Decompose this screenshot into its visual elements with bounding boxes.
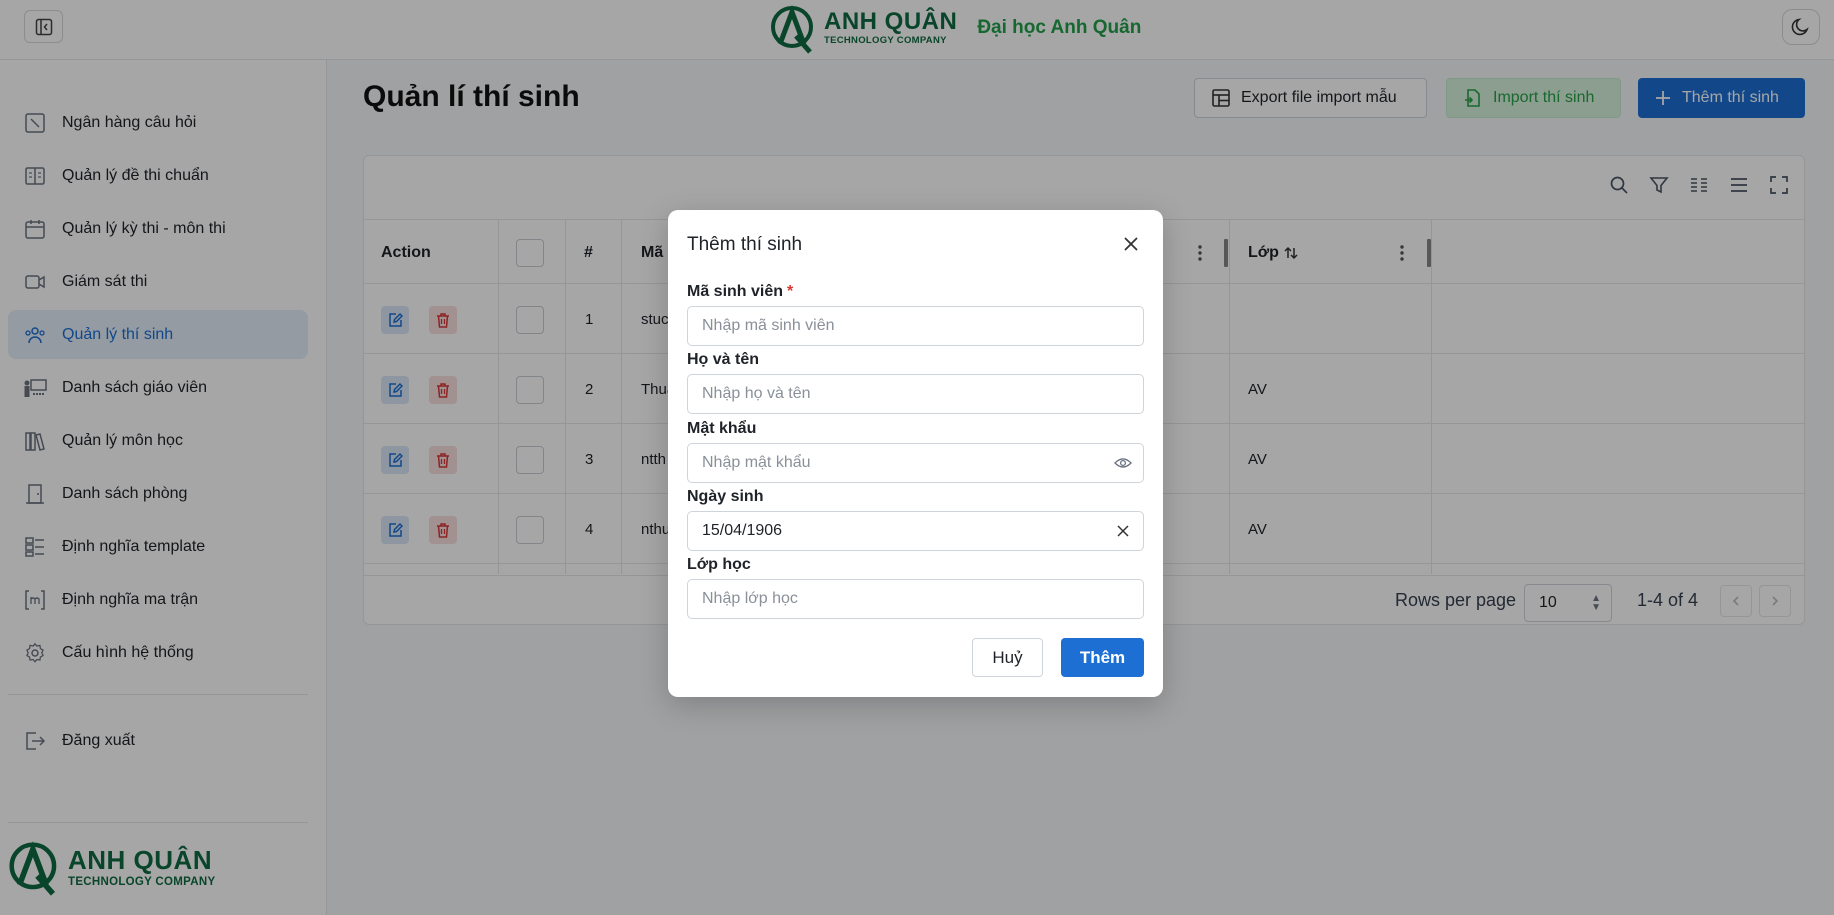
student-code-label: Mã sinh viên * [687, 283, 793, 301]
dob-label: Ngày sinh [687, 488, 764, 505]
fullname-label: Họ và tên [687, 351, 760, 368]
cancel-button[interactable]: Huỷ [972, 638, 1043, 677]
required-marker: * [787, 283, 794, 300]
student-code-input[interactable] [687, 306, 1144, 346]
close-button[interactable] [1119, 232, 1143, 256]
clear-icon[interactable] [1113, 521, 1133, 541]
eye-icon[interactable] [1113, 453, 1133, 473]
fullname-input[interactable] [687, 374, 1144, 414]
class-label: Lớp học [687, 556, 751, 573]
password-label: Mật khẩu [687, 420, 757, 437]
student-code-label-text: Mã sinh viên [687, 283, 784, 300]
password-input[interactable] [687, 443, 1144, 483]
close-icon [1124, 237, 1138, 251]
dob-input[interactable] [687, 511, 1144, 551]
add-candidate-dialog: Thêm thí sinh Mã sinh viên* Họ và tên Mậ… [668, 210, 1163, 697]
class-input[interactable] [687, 579, 1144, 619]
submit-button[interactable]: Thêm [1061, 638, 1144, 677]
dialog-title: Thêm thí sinh [687, 234, 803, 255]
